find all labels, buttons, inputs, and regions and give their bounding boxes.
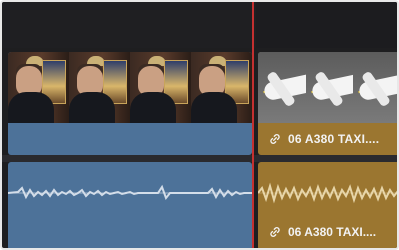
audio-clip-b-name: 06 A380 TAXI....	[288, 225, 377, 239]
thumbnail-frame	[353, 52, 397, 123]
video-clip-b-thumbnails	[258, 52, 397, 123]
audio-clip-b-label: 06 A380 TAXI....	[268, 225, 376, 239]
audio-waveform	[258, 182, 397, 204]
video-clip-b-label: 06 A380 TAXI....	[268, 132, 379, 146]
timeline-frame: 06 A380 TAXI.... 06 A380 TAXI....	[0, 0, 399, 250]
playhead-line[interactable]	[252, 2, 254, 248]
thumbnail-frame	[69, 52, 130, 123]
audio-clip-b[interactable]: 06 A380 TAXI....	[258, 162, 397, 248]
audio-clip-a[interactable]	[8, 162, 252, 248]
thumbnail-frame	[305, 52, 354, 123]
thumbnail-frame	[130, 52, 191, 123]
link-icon	[270, 227, 280, 237]
timeline-top-right-area	[256, 2, 397, 48]
audio-waveform	[8, 184, 252, 201]
timeline-ruler-area	[2, 2, 397, 48]
video-clip-b-name: 06 A380 TAXI....	[288, 132, 380, 146]
thumbnail-frame	[258, 52, 306, 123]
track-separator	[2, 155, 397, 162]
thumbnail-frame	[191, 52, 252, 123]
video-clip-a-thumbnails	[8, 52, 252, 123]
video-clip-b[interactable]: 06 A380 TAXI....	[258, 52, 397, 155]
link-icon	[270, 134, 280, 144]
video-clip-a[interactable]	[8, 52, 252, 155]
thumbnail-frame	[8, 52, 69, 123]
